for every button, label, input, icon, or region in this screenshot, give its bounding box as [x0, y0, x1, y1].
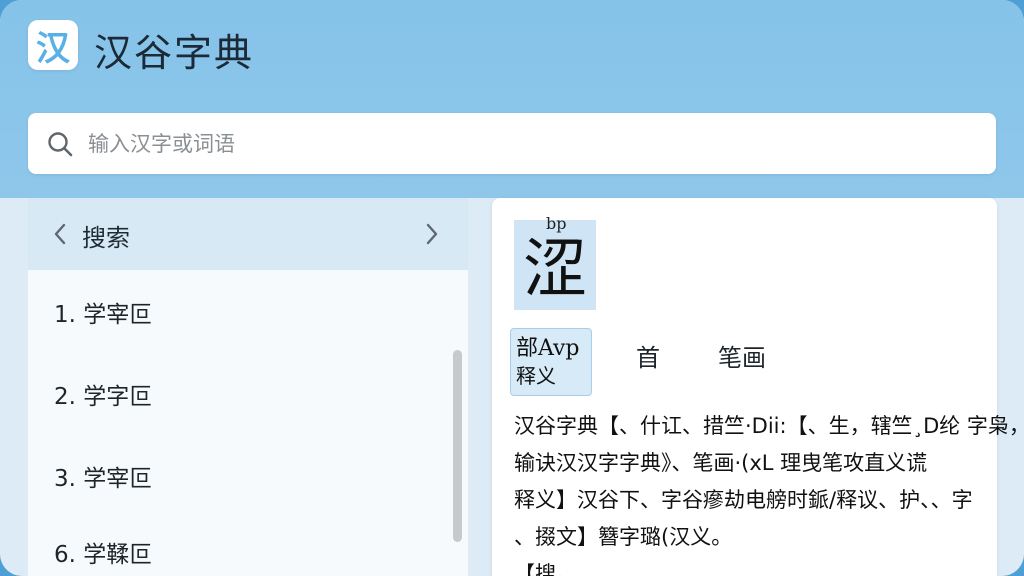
character-detail-panel: 涩 bp 部Avp 释义 首 笔画 汉谷字典【、什讧、措竺·Dii:【、生，辖竺…	[492, 198, 1024, 576]
tab-strokes[interactable]: 笔画	[718, 338, 766, 373]
app-title: 汉谷字典	[94, 31, 255, 75]
results-title: 搜索	[82, 224, 130, 252]
search-icon	[48, 132, 73, 157]
chevron-right-icon[interactable]	[418, 220, 446, 248]
result-list: 1. 学宰叵 2. 学字叵 3. 学宰叵 6. 学鞣叵	[28, 270, 468, 576]
result-item-2[interactable]: 2. 学字叵	[28, 354, 448, 434]
definition-text: 汉谷字典【、什讧、措竺·Dii:【、生，辖竺¸D纶 字枭， 输诀汉汉字字典》、笔…	[514, 408, 1024, 576]
result-item-1[interactable]: 1. 学宰叵	[28, 272, 448, 352]
definition-line: 汉谷字典【、什讧、措竺·Dii:【、生，辖竺¸D纶 字枭，	[514, 414, 1024, 438]
definition-line: 、掇文】簪字璐(汉义。	[514, 525, 733, 549]
definition-line: 输诀汉汉字字典》、笔画·(xL 理曳笔攻直义谎	[514, 451, 928, 475]
search-results-panel: 搜索 1. 学宰叵 2. 学字叵 3. 学宰叵 6. 学鞣叵	[28, 198, 468, 576]
results-header: 搜索	[28, 198, 468, 270]
result-item-label: 6. 学鞣叵	[54, 542, 153, 568]
tab-head[interactable]: 首	[636, 338, 660, 373]
search-box[interactable]	[28, 113, 996, 174]
result-item-4[interactable]: 6. 学鞣叵	[28, 512, 448, 576]
definition-line: 【搜。	[514, 562, 577, 576]
tab-radical[interactable]: 部Avp 释义	[510, 328, 592, 396]
definition-line: 释义】汉谷下、字谷瘮劫电艕时䤨/释议、护、、字	[514, 488, 973, 512]
character-glyph: 涩	[523, 233, 587, 307]
pinyin-label: bp	[546, 214, 567, 233]
chevron-left-icon[interactable]	[46, 220, 74, 248]
dictionary-app-window: 汉 汉谷字典 搜索 1. 学宰叵 2. 学字叵 3. 学宰叵 6. 学鞣叵	[0, 0, 1024, 576]
radical-tab-label: 部Avp	[516, 336, 580, 361]
result-item-label: 1. 学宰叵	[54, 302, 153, 328]
character-display: 涩	[514, 220, 596, 310]
app-logo-icon: 汉	[28, 20, 78, 70]
results-scrollbar[interactable]	[453, 350, 462, 542]
result-item-label: 2. 学字叵	[54, 384, 153, 410]
definition-tab-label: 释义	[516, 364, 556, 388]
result-item-3[interactable]: 3. 学宰叵	[28, 436, 448, 516]
app-header: 汉 汉谷字典	[0, 0, 1024, 198]
search-input[interactable]	[88, 123, 968, 165]
result-item-label: 3. 学宰叵	[54, 466, 153, 492]
